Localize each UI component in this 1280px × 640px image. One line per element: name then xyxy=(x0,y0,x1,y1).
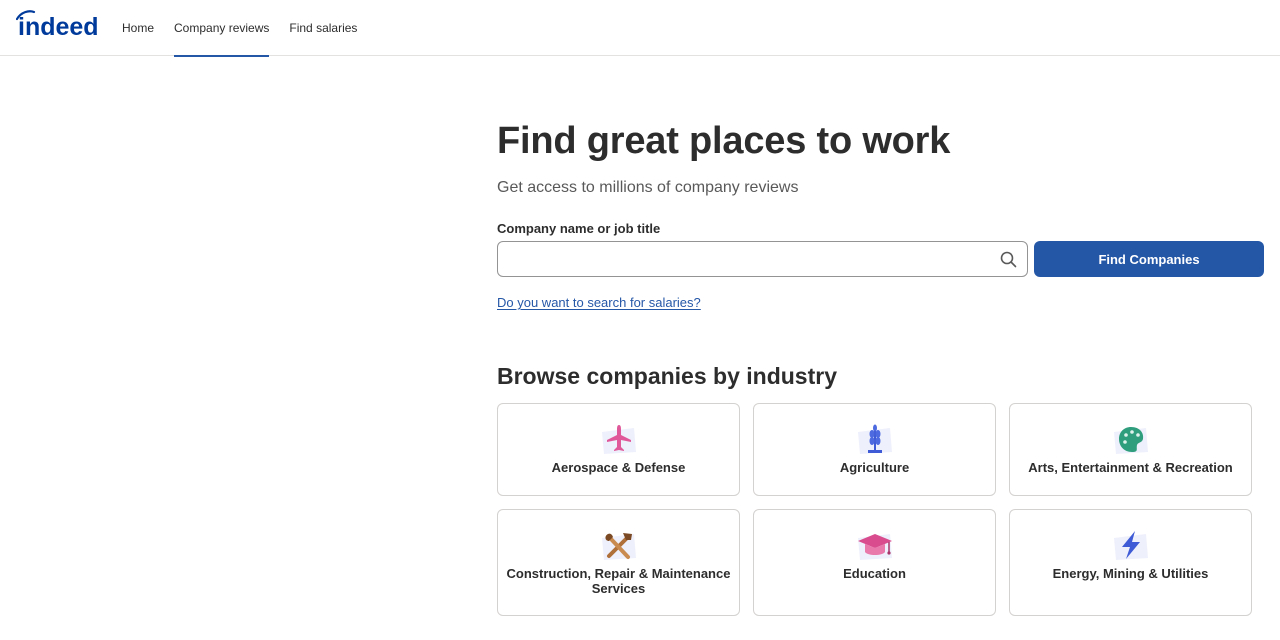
industry-card-arts[interactable]: Arts, Entertainment & Recreation xyxy=(1009,403,1252,496)
industry-label: Construction, Repair & Maintenance Servi… xyxy=(506,566,731,596)
industry-card-education[interactable]: Education xyxy=(753,509,996,616)
palette-icon xyxy=(1113,427,1148,454)
industry-label: Aerospace & Defense xyxy=(551,460,686,475)
industry-label: Agriculture xyxy=(839,460,910,475)
industry-card-aerospace[interactable]: Aerospace & Defense xyxy=(497,403,740,496)
lightning-icon xyxy=(1113,531,1148,560)
company-search-input[interactable] xyxy=(508,246,988,272)
browse-title: Browse companies by industry xyxy=(497,363,837,389)
top-header: indeed Home Company reviews Find salarie… xyxy=(0,0,1280,57)
industry-card-energy[interactable]: Energy, Mining & Utilities xyxy=(1009,509,1252,616)
salary-search-link[interactable]: Do you want to search for salaries? xyxy=(497,295,701,310)
logo-text: indeed xyxy=(18,13,99,40)
industry-label: Arts, Entertainment & Recreation xyxy=(1028,460,1233,475)
page-title: Find great places to work xyxy=(497,120,951,162)
page-subtitle: Get access to millions of company review… xyxy=(497,179,799,196)
nav-home[interactable]: Home xyxy=(112,0,164,56)
search-label: Company name or job title xyxy=(497,221,661,236)
wheat-icon xyxy=(857,424,892,454)
tools-icon xyxy=(601,533,636,560)
industry-label: Education xyxy=(843,566,906,581)
search-box xyxy=(497,241,1028,277)
indeed-logo[interactable]: indeed xyxy=(16,10,102,40)
nav-find-salaries[interactable]: Find salaries xyxy=(279,0,367,56)
industry-card-construction[interactable]: Construction, Repair & Maintenance Servi… xyxy=(497,509,740,616)
search-icon[interactable] xyxy=(1000,251,1017,268)
main-nav: Home Company reviews Find salaries xyxy=(112,0,367,57)
graduation-cap-icon xyxy=(857,534,892,560)
nav-company-reviews[interactable]: Company reviews xyxy=(164,0,279,57)
find-companies-button[interactable]: Find Companies xyxy=(1034,241,1264,277)
industry-card-agriculture[interactable]: Agriculture xyxy=(753,403,996,496)
airplane-icon xyxy=(601,425,636,454)
industry-grid: Aerospace & Defense Agriculture Arts, En… xyxy=(497,403,1253,616)
industry-label: Energy, Mining & Utilities xyxy=(1052,566,1209,581)
